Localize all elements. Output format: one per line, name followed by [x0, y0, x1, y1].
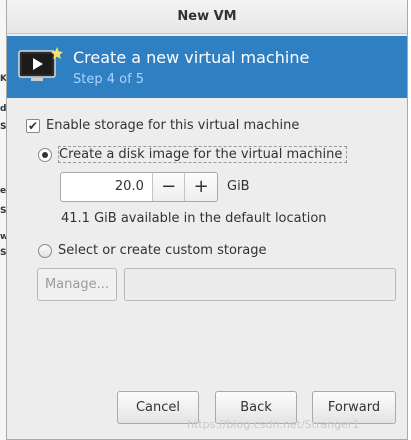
- increment-button[interactable]: +: [184, 173, 217, 201]
- disk-image-label: Create a disk image for the virtual mach…: [58, 146, 348, 163]
- disk-size-input[interactable]: 20.0: [61, 173, 152, 201]
- custom-storage-label: Select or create custom storage: [58, 243, 267, 258]
- decrement-button[interactable]: −: [151, 173, 185, 201]
- new-vm-dialog: New VM Create a new virtual machine Step…: [6, 0, 408, 440]
- step-indicator: Step 4 of 5: [73, 72, 145, 87]
- watermark-text: https://blog.csdn.net/Stranger1: [187, 418, 360, 431]
- custom-storage-radio[interactable]: Select or create custom storage: [38, 243, 266, 258]
- banner-title: Create a new virtual machine: [73, 48, 310, 67]
- size-unit-label: GiB: [227, 179, 250, 194]
- disk-size-spinner[interactable]: 20.0 − +: [60, 172, 218, 202]
- virtual-machine-icon: [18, 47, 63, 81]
- header-banner: Create a new virtual machine Step 4 of 5: [7, 36, 407, 98]
- manage-button[interactable]: Manage...: [37, 268, 117, 301]
- disk-image-radio[interactable]: Create a disk image for the virtual mach…: [38, 146, 348, 163]
- window-title: New VM: [7, 0, 407, 34]
- radio-unselected-icon: [38, 243, 52, 258]
- enable-storage-checkbox[interactable]: ✔ Enable storage for this virtual machin…: [26, 118, 299, 133]
- checkmark-icon: ✔: [26, 118, 40, 133]
- enable-storage-label: Enable storage for this virtual machine: [46, 118, 300, 133]
- available-space-text: 41.1 GiB available in the default locati…: [61, 211, 327, 226]
- custom-storage-path-input[interactable]: [124, 268, 396, 301]
- radio-selected-icon: [38, 147, 52, 162]
